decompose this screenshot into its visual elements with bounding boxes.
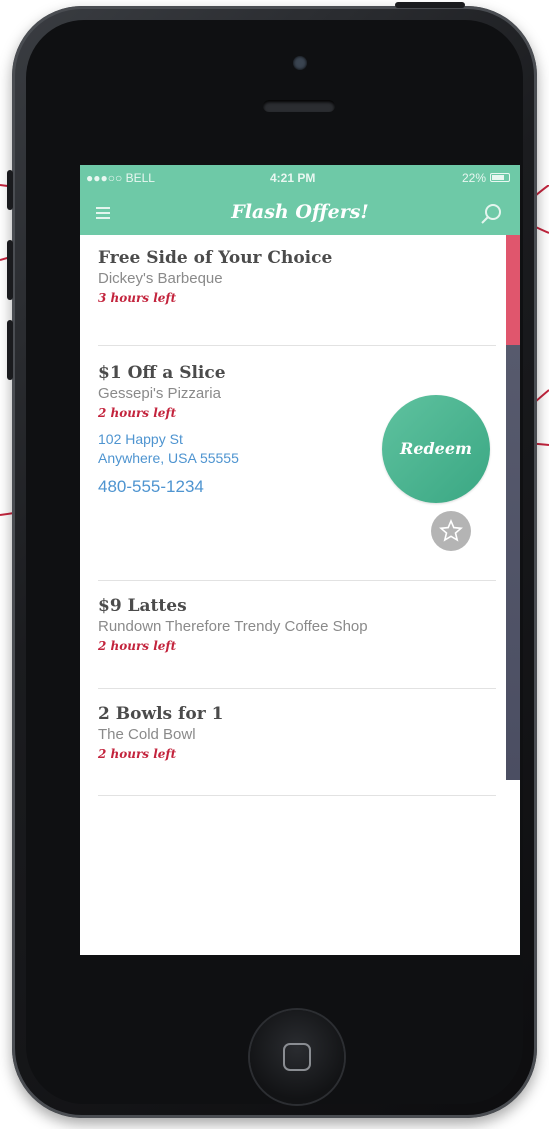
offer-vendor: Dickey's Barbeque <box>98 270 223 287</box>
battery-icon <box>490 173 510 182</box>
app-screen: ●●●○○ BELL 4:21 PM 22% Flash Offers! Fre… <box>80 165 520 955</box>
divider <box>98 795 496 796</box>
favorite-button[interactable] <box>431 511 471 551</box>
offer-vendor: Rundown Therefore Trendy Coffee Shop <box>98 618 368 635</box>
status-bar: ●●●○○ BELL 4:21 PM 22% <box>80 165 520 191</box>
offer-time-left: 3 hours left <box>98 291 177 305</box>
volume-up-button <box>7 240 13 300</box>
home-square-icon <box>283 1043 311 1071</box>
offer-time-left: 2 hours left <box>98 639 177 653</box>
divider <box>98 345 496 346</box>
offer-title: 2 Bowls for 1 <box>98 704 224 724</box>
front-camera <box>293 56 307 70</box>
nav-bar: Flash Offers! <box>80 191 520 235</box>
page-title: Flash Offers! <box>231 201 369 223</box>
divider <box>98 688 496 689</box>
offer-item[interactable]: Free Side of Your Choice Dickey's Barbeq… <box>98 247 496 307</box>
mute-switch <box>7 170 13 210</box>
divider <box>98 580 496 581</box>
offer-title: Free Side of Your Choice <box>98 248 333 268</box>
offer-item[interactable]: 2 Bowls for 1 The Cold Bowl 2 hours left <box>98 703 496 763</box>
scrollbar-thumb[interactable] <box>506 235 520 345</box>
offer-time-left: 2 hours left <box>98 747 177 761</box>
offer-item[interactable]: $9 Lattes Rundown Therefore Trendy Coffe… <box>98 595 496 655</box>
star-icon <box>439 519 463 542</box>
volume-down-button <box>7 320 13 380</box>
search-icon[interactable] <box>480 203 502 225</box>
earpiece-speaker <box>263 100 335 112</box>
home-button[interactable] <box>250 1010 344 1104</box>
battery-label: 22% <box>462 171 487 185</box>
offer-vendor: The Cold Bowl <box>98 726 196 743</box>
offer-title: $1 Off a Slice <box>98 363 226 383</box>
carrier-label: ●●●○○ BELL <box>86 171 155 185</box>
clock-label: 4:21 PM <box>270 171 316 185</box>
redeem-button[interactable]: Redeem <box>382 395 490 503</box>
offer-title: $9 Lattes <box>98 596 187 616</box>
power-button <box>395 2 465 8</box>
